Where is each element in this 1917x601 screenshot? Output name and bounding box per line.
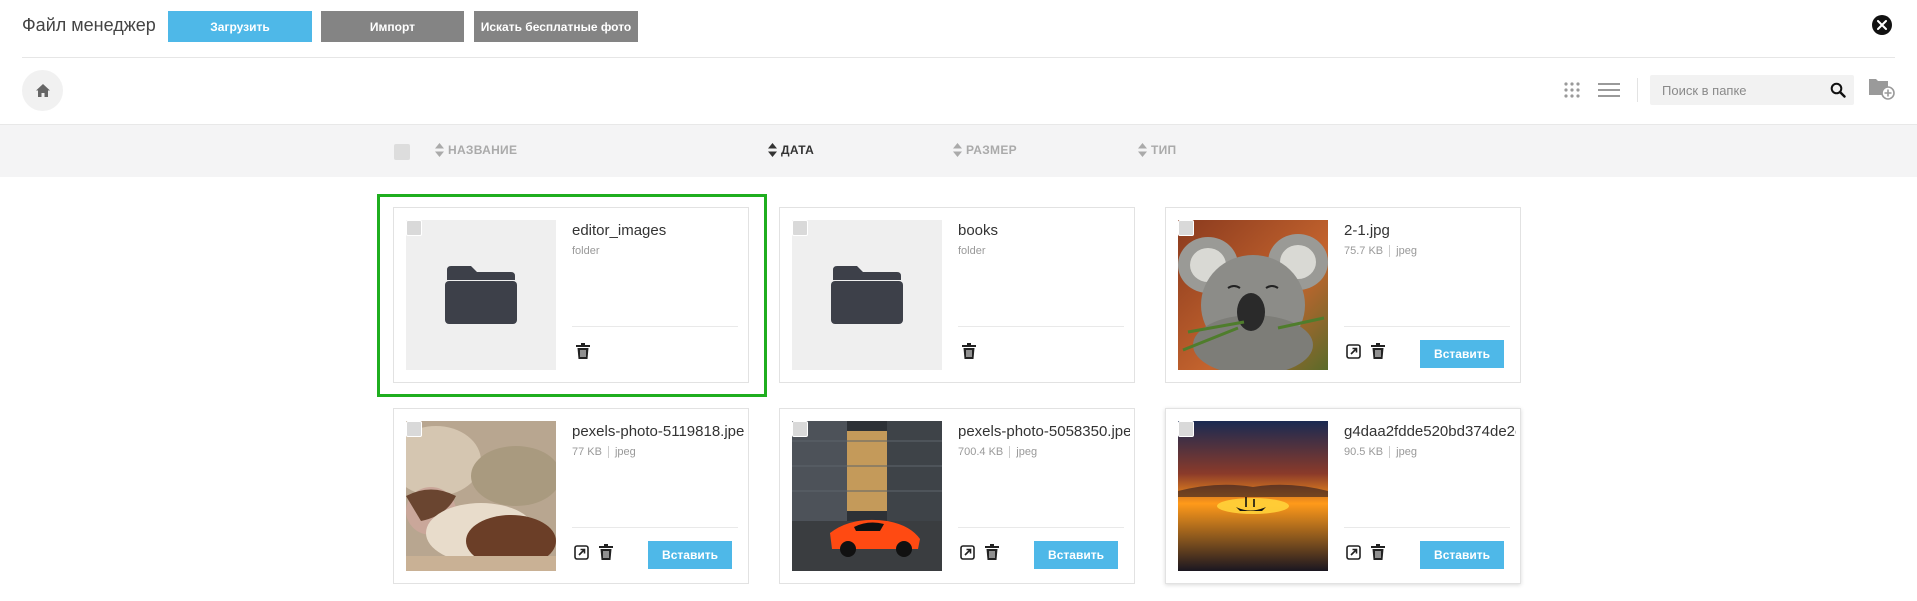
image-thumbnail-car[interactable] — [792, 421, 942, 571]
column-type-label: ТИП — [1151, 143, 1177, 157]
column-size-label: РАЗМЕР — [966, 143, 1017, 157]
open-image-button[interactable] — [574, 545, 589, 560]
import-button[interactable]: Импорт — [321, 11, 464, 42]
trash-icon — [1371, 544, 1385, 560]
item-checkbox[interactable] — [406, 220, 422, 236]
file-card[interactable]: 2-1.jpg 75.7 KB jpeg Вставить — [1165, 207, 1521, 383]
delete-button[interactable] — [962, 343, 976, 359]
delete-button[interactable] — [985, 544, 999, 560]
sort-icon — [1138, 143, 1147, 157]
trash-icon — [599, 544, 613, 560]
trash-icon — [985, 544, 999, 560]
item-type: jpeg — [1016, 446, 1038, 458]
column-type[interactable]: ТИП — [1138, 143, 1176, 157]
item-size: 77 KB — [572, 446, 602, 458]
item-meta: 90.5 KB jpeg — [1344, 446, 1417, 458]
item-checkbox[interactable] — [406, 421, 422, 437]
item-name[interactable]: books — [958, 222, 1130, 239]
open-image-button[interactable] — [1346, 344, 1361, 359]
item-checkbox[interactable] — [1178, 421, 1194, 437]
search-box — [1650, 75, 1854, 105]
item-type: jpeg — [1396, 245, 1417, 257]
image-thumbnail-koala[interactable] — [1178, 220, 1328, 370]
home-icon — [35, 84, 50, 97]
item-type: folder — [958, 245, 986, 257]
item-size: 90.5 KB — [1344, 446, 1384, 458]
trash-icon — [1371, 343, 1385, 359]
item-meta: folder — [958, 245, 986, 257]
image-thumbnail-sunset[interactable] — [1178, 421, 1328, 571]
item-meta: 700.4 KB jpeg — [958, 446, 1037, 458]
upload-button[interactable]: Загрузить — [168, 11, 312, 42]
column-date[interactable]: ДАТА — [768, 143, 814, 157]
item-size: 75.7 KB — [1344, 245, 1384, 257]
item-name[interactable]: pexels-photo-5058350.jpeg — [958, 423, 1130, 440]
item-name[interactable]: g4daa2fdde520bd374de2e.jpg — [1344, 423, 1516, 440]
home-button[interactable] — [22, 70, 63, 111]
toolbar-separator — [1637, 78, 1638, 102]
item-checkbox[interactable] — [792, 220, 808, 236]
page-title: Файл менеджер — [22, 15, 156, 35]
external-link-icon — [960, 545, 975, 560]
folder-icon — [831, 266, 903, 324]
column-date-label: ДАТА — [781, 143, 815, 157]
card-divider — [1344, 326, 1510, 327]
column-name-label: НАЗВАНИЕ — [448, 143, 518, 157]
list-view-icon[interactable] — [1598, 83, 1620, 97]
insert-button[interactable]: Вставить — [1034, 541, 1118, 569]
file-card[interactable]: pexels-photo-5058350.jpeg 700.4 KB jpeg В… — [779, 408, 1135, 584]
item-meta: 75.7 KB jpeg — [1344, 245, 1417, 257]
search-icon[interactable] — [1830, 82, 1846, 98]
external-link-icon — [574, 545, 589, 560]
card-divider — [572, 527, 738, 528]
item-meta: 77 KB jpeg — [572, 446, 636, 458]
header-divider — [22, 57, 1895, 58]
folder-thumbnail[interactable] — [792, 220, 942, 370]
item-name[interactable]: pexels-photo-5119818.jpeg — [572, 423, 744, 440]
item-checkbox[interactable] — [1178, 220, 1194, 236]
item-name[interactable]: 2-1.jpg — [1344, 222, 1516, 239]
open-image-button[interactable] — [1346, 545, 1361, 560]
card-divider — [958, 326, 1124, 327]
column-header-bar: НАЗВАНИЕ ДАТА РАЗМЕР ТИП — [0, 124, 1917, 177]
insert-button[interactable]: Вставить — [1420, 541, 1504, 569]
selection-highlight — [377, 194, 767, 397]
sort-icon — [435, 143, 444, 157]
search-input[interactable] — [1650, 75, 1830, 105]
card-divider — [958, 527, 1124, 528]
file-card[interactable]: books folder — [779, 207, 1135, 383]
delete-button[interactable] — [599, 544, 613, 560]
sort-icon — [768, 143, 777, 157]
trash-icon — [962, 343, 976, 359]
column-size[interactable]: РАЗМЕР — [953, 143, 1017, 157]
sort-icon — [953, 143, 962, 157]
delete-button[interactable] — [1371, 544, 1385, 560]
grid-view-icon[interactable] — [1564, 82, 1580, 98]
free-photos-button[interactable]: Искать бесплатные фото — [474, 11, 638, 42]
column-name[interactable]: НАЗВАНИЕ — [435, 143, 517, 157]
insert-button[interactable]: Вставить — [648, 541, 732, 569]
card-divider — [1344, 527, 1510, 528]
select-all-checkbox[interactable] — [394, 144, 410, 160]
external-link-icon — [1346, 344, 1361, 359]
item-size: 700.4 KB — [958, 446, 1004, 458]
item-type: jpeg — [1396, 446, 1417, 458]
close-icon[interactable] — [1872, 15, 1892, 35]
item-checkbox[interactable] — [792, 421, 808, 437]
delete-button[interactable] — [1371, 343, 1385, 359]
file-card[interactable]: pexels-photo-5119818.jpeg 77 KB jpeg Вста… — [393, 408, 749, 584]
external-link-icon — [1346, 545, 1361, 560]
header: Файл менеджер Загрузить Импорт Искать бе… — [0, 0, 1917, 57]
item-type: jpeg — [614, 446, 636, 458]
add-folder-icon[interactable] — [1868, 76, 1895, 100]
insert-button[interactable]: Вставить — [1420, 340, 1504, 368]
file-card[interactable]: g4daa2fdde520bd374de2e.jpg 90.5 KB jpeg В… — [1165, 408, 1521, 584]
image-thumbnail-child[interactable] — [406, 421, 556, 571]
open-image-button[interactable] — [960, 545, 975, 560]
